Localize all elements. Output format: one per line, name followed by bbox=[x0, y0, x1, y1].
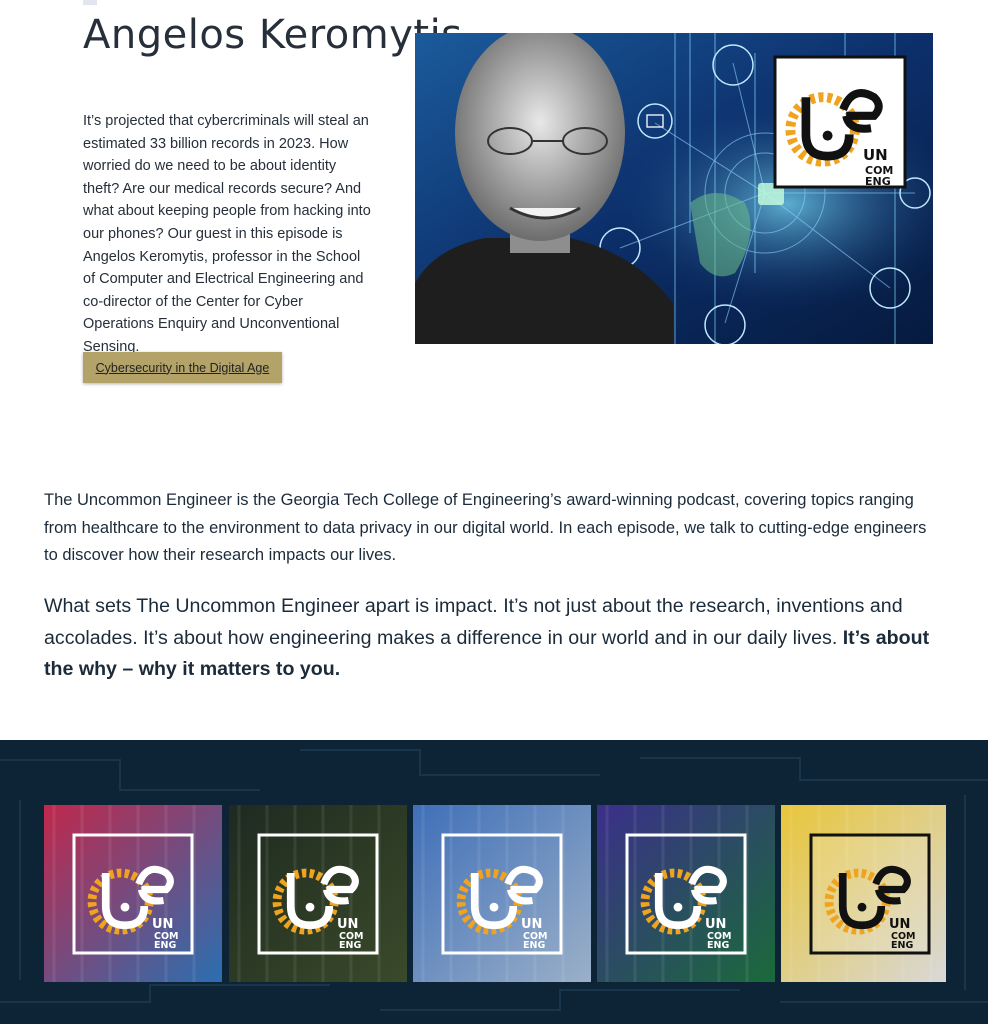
thumb-logo-text-un: UN bbox=[337, 917, 358, 932]
top-divider-tick bbox=[83, 0, 97, 5]
impact-lead-text: What sets The Uncommon Engineer apart is… bbox=[44, 595, 903, 649]
guest-description: It’s projected that cybercriminals will … bbox=[83, 113, 371, 355]
podcast-intro: The Uncommon Engineer is the Georgia Tec… bbox=[44, 491, 927, 564]
thumb-logo-text-eng: ENG bbox=[891, 940, 913, 951]
episode-thumbnails-band: UN COM ENG UN COM ENG UN COM ENG UN COM ENG UN CO… bbox=[0, 740, 988, 1024]
thumb-logo-text-eng: ENG bbox=[707, 940, 729, 951]
hero-logo-text-un: UN bbox=[863, 146, 888, 164]
episode-thumbnail-3[interactable]: UN COM ENG bbox=[413, 805, 591, 982]
thumb-logo-text-eng: ENG bbox=[523, 940, 545, 951]
episode-thumbnail-2[interactable]: UN COM ENG bbox=[229, 805, 407, 982]
thumb-logo-text-un: UN bbox=[705, 917, 726, 932]
thumb-logo-text-un: UN bbox=[889, 917, 910, 932]
thumb-logo-text-un: UN bbox=[152, 917, 173, 932]
episode-link-button[interactable]: Cybersecurity in the Digital Age bbox=[83, 352, 282, 383]
episode-thumbnail-5[interactable]: UN COM ENG bbox=[781, 805, 959, 982]
thumb-logo-text-eng: ENG bbox=[154, 940, 176, 951]
episode-thumbnail-4[interactable]: UN COM ENG bbox=[597, 805, 775, 982]
guest-hero-image: UN COM ENG bbox=[415, 33, 933, 344]
thumb-logo-text-eng: ENG bbox=[339, 940, 361, 951]
podcast-impact-statement: What sets The Uncommon Engineer apart is… bbox=[44, 591, 944, 686]
guest-name: Angelos Keromytis bbox=[83, 12, 463, 58]
hero-logo-text-eng: ENG bbox=[865, 175, 891, 188]
thumb-logo-text-un: UN bbox=[521, 917, 542, 932]
episode-thumbnail-1[interactable]: UN COM ENG bbox=[44, 805, 222, 982]
